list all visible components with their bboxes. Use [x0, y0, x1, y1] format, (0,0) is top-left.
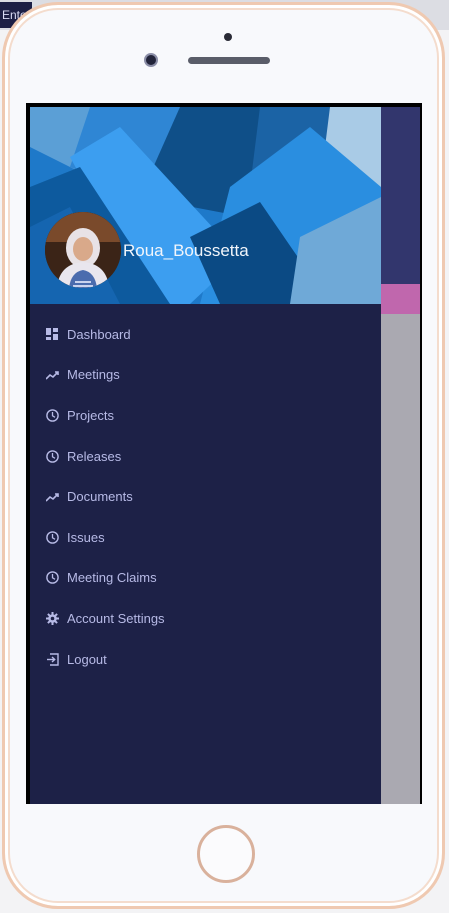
menu-item-issues[interactable]: Issues [30, 517, 381, 558]
menu-item-meetings[interactable]: Meetings [30, 355, 381, 396]
menu-item-documents[interactable]: Documents [30, 476, 381, 517]
menu-item-logout[interactable]: Logout [30, 639, 381, 680]
trending-up-icon [45, 490, 59, 504]
menu-item-label: Meetings [67, 367, 120, 383]
drawer-scrim[interactable] [381, 107, 420, 804]
menu-item-account-settings[interactable]: Account Settings [30, 598, 381, 639]
phone-screen: Roua_Boussetta Dashboard Meetings Projec… [26, 103, 422, 804]
gear-icon [45, 611, 59, 625]
app-bar-background [381, 107, 420, 284]
menu-item-label: Issues [67, 529, 105, 545]
menu-item-label: Documents [67, 489, 133, 505]
drawer-menu: Dashboard Meetings Projects Releases Doc… [30, 314, 381, 679]
avatar[interactable] [45, 212, 121, 288]
clock-icon [45, 408, 59, 422]
accent-bar [381, 284, 420, 314]
speaker-grille [188, 57, 270, 64]
drawer-header: Roua_Boussetta [30, 107, 381, 304]
trending-up-icon [45, 368, 59, 382]
menu-item-label: Projects [67, 407, 114, 423]
menu-item-label: Releases [67, 448, 122, 464]
menu-item-label: Account Settings [67, 610, 165, 626]
profile-username: Roua_Boussetta [123, 241, 249, 260]
menu-item-releases[interactable]: Releases [30, 436, 381, 477]
menu-item-label: Logout [67, 651, 107, 667]
menu-item-dashboard[interactable]: Dashboard [30, 314, 381, 355]
menu-item-label: Meeting Claims [67, 570, 157, 586]
clock-icon [45, 449, 59, 463]
menu-item-label: Dashboard [67, 326, 131, 342]
front-camera [144, 53, 158, 67]
clock-icon [45, 530, 59, 544]
home-button[interactable] [197, 825, 255, 883]
avatar-image [45, 212, 121, 288]
sensor-dot [224, 33, 232, 41]
dashboard-icon [45, 327, 59, 341]
menu-item-projects[interactable]: Projects [30, 395, 381, 436]
logout-icon [45, 652, 59, 666]
clock-icon [45, 571, 59, 585]
menu-item-meeting-claims[interactable]: Meeting Claims [30, 558, 381, 599]
navigation-drawer: Roua_Boussetta Dashboard Meetings Projec… [30, 107, 381, 804]
